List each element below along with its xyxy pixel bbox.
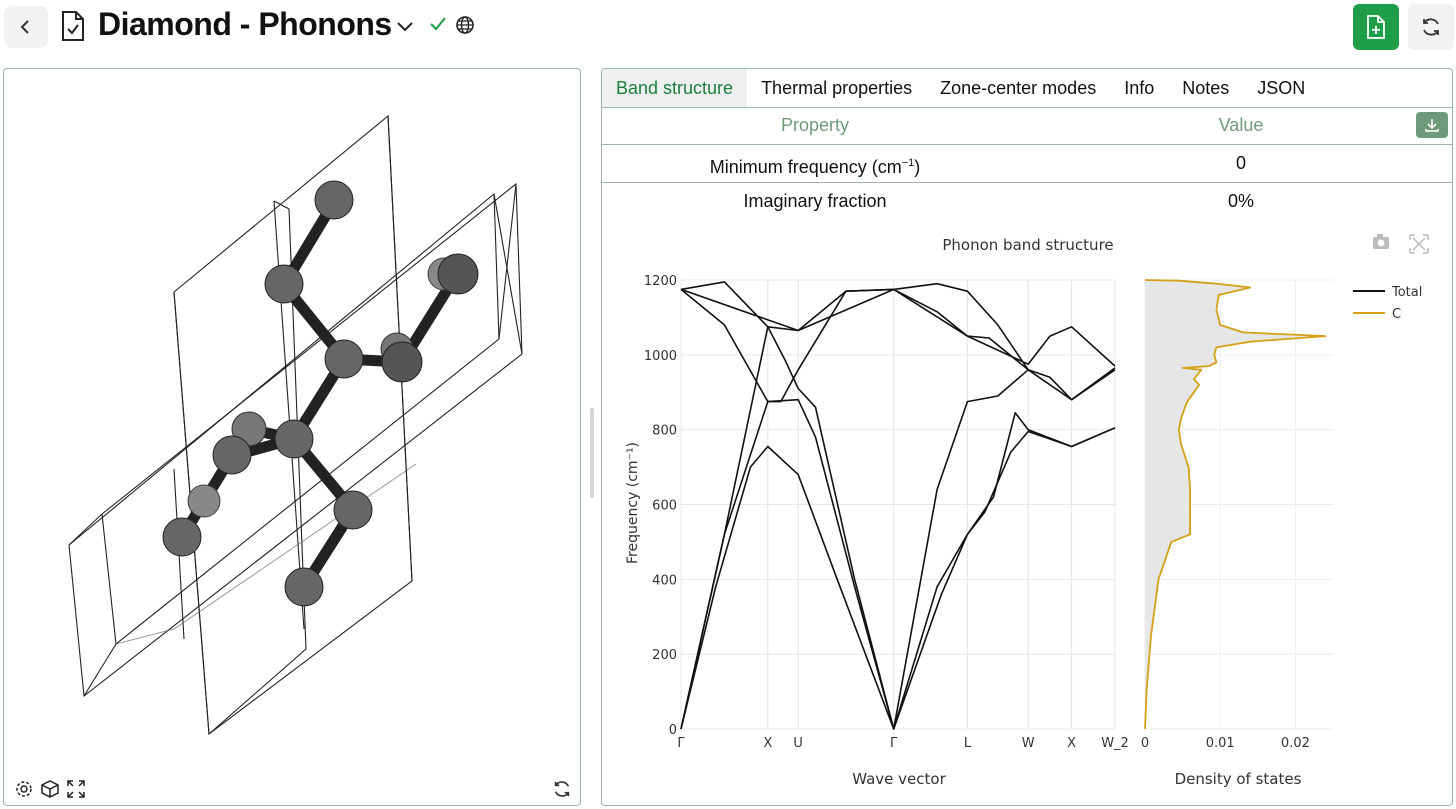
download-icon — [1425, 119, 1439, 132]
table-header: Property Value — [602, 107, 1452, 145]
y-tick-label: 1200 — [644, 274, 677, 289]
document-check-icon — [60, 10, 86, 47]
dos-x-tick-label: 0.02 — [1281, 736, 1310, 751]
band-line — [680, 427, 1116, 730]
value-cell: 0 — [1235, 153, 1246, 173]
band-structure-chart[interactable]: Phonon band structure 0 200 400 600 800 1000 1… — [602, 217, 1453, 806]
y-tick-label: 1000 — [644, 349, 677, 364]
results-panel: Band structure Thermal properties Zone-c… — [601, 68, 1453, 806]
refresh-icon — [1423, 18, 1439, 36]
crystal-structure-3d[interactable] — [4, 69, 581, 806]
x-axis-label: Wave vector — [852, 770, 946, 788]
tab-zone-center-modes[interactable]: Zone-center modes — [926, 69, 1110, 107]
dos-x-tick-label: 0 — [1141, 736, 1149, 751]
property-label-end: ) — [914, 157, 921, 177]
x-tick-label: W_2 — [1101, 736, 1129, 751]
tab-thermal-properties[interactable]: Thermal properties — [747, 69, 926, 107]
structure-viewer[interactable] — [3, 68, 581, 806]
cube-icon[interactable] — [40, 779, 60, 799]
back-button[interactable] — [4, 6, 48, 48]
y-tick-label: 800 — [652, 424, 677, 439]
property-superscript: −1 — [901, 157, 915, 169]
fullscreen-icon[interactable] — [66, 779, 86, 799]
globe-icon[interactable] — [455, 15, 475, 40]
band-line — [680, 288, 1116, 401]
x-tick-label: Γ — [677, 736, 685, 751]
dos-x-tick-label: 0.01 — [1206, 736, 1235, 751]
dos-x-axis-label: Density of states — [1175, 770, 1302, 788]
x-tick-label: U — [793, 736, 803, 751]
tab-info[interactable]: Info — [1110, 69, 1168, 107]
page-title: Diamond - Phonons — [98, 6, 392, 42]
x-tick-label: W — [1022, 736, 1035, 751]
property-label: Minimum frequency (cm — [709, 157, 902, 177]
column-header-property: Property — [780, 115, 850, 135]
new-document-button[interactable] — [1353, 4, 1399, 50]
column-header-value: Value — [1218, 115, 1264, 135]
reset-rotation-icon[interactable] — [552, 779, 572, 799]
band-line — [680, 281, 1029, 371]
legend-label: C — [1392, 307, 1401, 322]
chevron-down-icon[interactable] — [396, 20, 414, 38]
panel-resize-handle[interactable] — [590, 408, 594, 498]
autoscale-icon[interactable] — [1409, 234, 1429, 254]
refresh-button[interactable] — [1408, 4, 1454, 50]
band-line — [680, 369, 1116, 730]
y-tick-label: 0 — [669, 723, 677, 738]
chart-legend: Total C — [1353, 285, 1422, 322]
top-bar: Diamond - Phonons — [0, 0, 1456, 56]
y-axis-label: Frequency (cm⁻¹) — [625, 442, 641, 564]
chevron-left-icon — [20, 20, 29, 34]
legend-label: Total — [1391, 285, 1422, 300]
tab-band-structure[interactable]: Band structure — [602, 69, 748, 107]
tab-json[interactable]: JSON — [1243, 69, 1319, 107]
property-cell: Imaginary fraction — [743, 191, 887, 211]
value-cell: 0% — [1227, 191, 1254, 211]
x-tick-label: L — [964, 736, 972, 751]
tab-notes[interactable]: Notes — [1168, 69, 1243, 107]
x-tick-label: Γ — [890, 736, 898, 751]
chart-title: Phonon band structure — [942, 236, 1113, 254]
y-tick-label: 400 — [652, 573, 677, 588]
file-plus-icon — [1367, 15, 1385, 39]
band-line — [680, 326, 1116, 730]
property-cell: Minimum frequency (cm−1) — [602, 145, 1028, 186]
x-tick-label: X — [1067, 736, 1076, 751]
properties-table: Property Value Minimum frequency (cm−1) … — [602, 107, 1452, 220]
y-tick-label: 200 — [652, 648, 677, 663]
gear-icon[interactable] — [14, 779, 34, 799]
table-row: Imaginary fraction 0% — [602, 183, 1452, 220]
download-button[interactable] — [1416, 112, 1448, 138]
table-row: Minimum frequency (cm−1) 0 — [602, 145, 1452, 183]
viewer-toolbar — [14, 779, 86, 799]
tab-bar: Band structure Thermal properties Zone-c… — [602, 69, 1452, 108]
x-tick-label: X — [763, 736, 772, 751]
check-icon — [428, 14, 448, 39]
y-tick-label: 600 — [652, 499, 677, 514]
camera-icon[interactable] — [1373, 234, 1389, 249]
